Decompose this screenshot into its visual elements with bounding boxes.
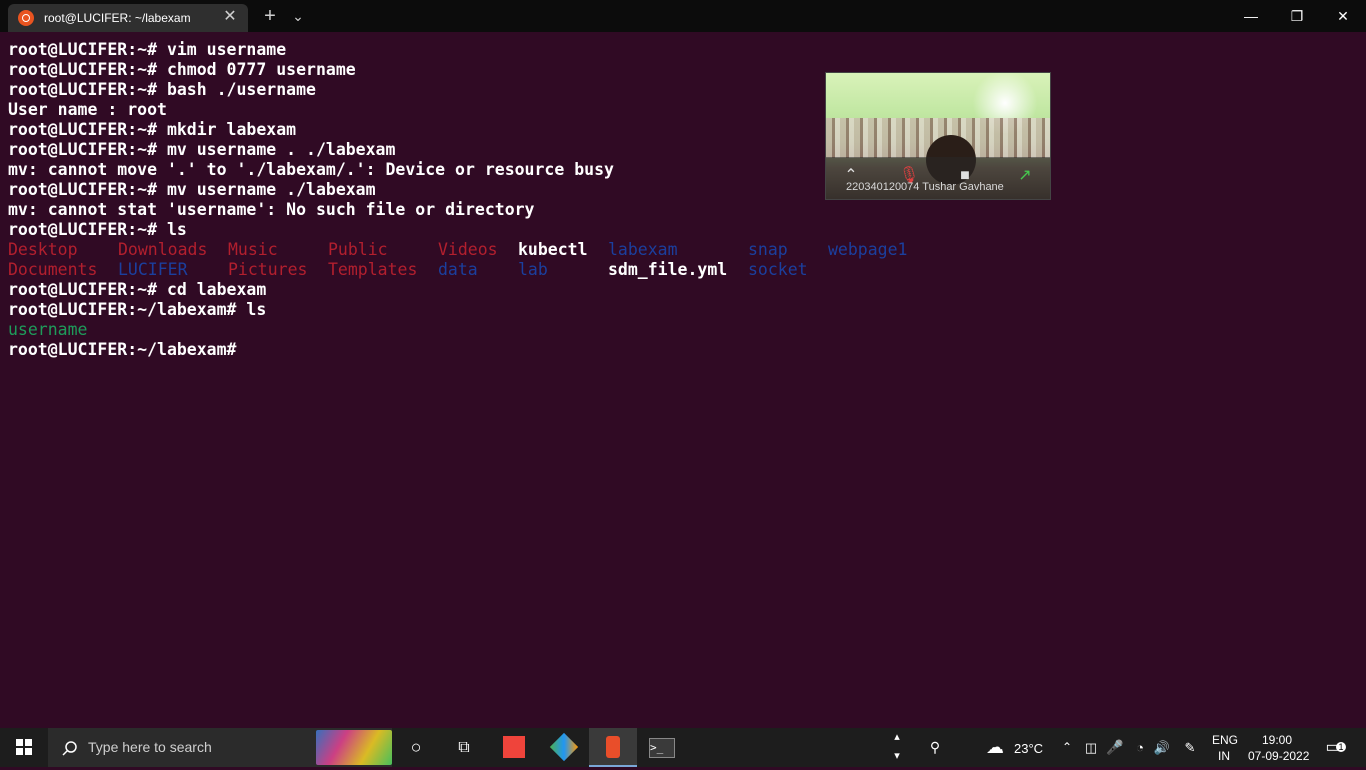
search-box[interactable]: Type here to search xyxy=(48,728,392,767)
ls-entry-dir: Desktop xyxy=(8,240,78,259)
terminal-icon: >_ xyxy=(649,738,675,758)
meet-icon[interactable]: ◫ xyxy=(1082,728,1100,767)
ls-entry-dir: Templates xyxy=(328,260,418,279)
ls-entry-dir: Documents xyxy=(8,260,98,279)
ls-entry-dir: data xyxy=(438,260,478,279)
terminal-line: root@LUCIFER:~# mv username . ./labexam xyxy=(8,140,396,159)
language-code[interactable]: ENG xyxy=(1212,733,1238,747)
ls-entry-dir: Public xyxy=(328,240,388,259)
terminal-line: root@LUCIFER:~/labexam# ls xyxy=(8,300,267,319)
ls-entry-dir: socket xyxy=(748,260,808,279)
terminal-line: root@LUCIFER:~# bash ./username xyxy=(8,80,316,99)
tab-title: root@LUCIFER: ~/labexam xyxy=(44,11,191,25)
app-icon xyxy=(549,732,579,762)
notification-icon[interactable]: ▭ 1 xyxy=(1318,728,1348,767)
anydesk-icon xyxy=(503,736,525,758)
terminal-line: root@LUCIFER:~# chmod 0777 username xyxy=(8,60,356,79)
windows-icon xyxy=(16,739,32,755)
terminal-line: mv: cannot stat 'username': No such file… xyxy=(8,200,535,219)
terminal-prompt[interactable]: root@LUCIFER:~/labexam# xyxy=(8,340,236,360)
task-view-icon[interactable]: ⧉ xyxy=(440,728,488,767)
notification-count: 1 xyxy=(1336,742,1346,752)
terminal-line: root@LUCIFER:~# mv username ./labexam xyxy=(8,180,376,199)
network-icon[interactable]: ◔ xyxy=(1130,728,1150,767)
minimize-button[interactable]: — xyxy=(1228,0,1274,32)
pen-icon[interactable]: ✎ xyxy=(1180,728,1200,767)
taskbar: Type here to search ○ ⧉ >_ ▴ ▾ ⚲ ☁ 23°C ⌃… xyxy=(0,728,1366,767)
weather-temperature[interactable]: 23°C xyxy=(1014,741,1043,756)
terminal-line: User name : root xyxy=(8,100,167,119)
people-icon[interactable]: ⚲ xyxy=(920,728,950,767)
ls-entry-file: username xyxy=(8,320,88,339)
tray-chevron-icon[interactable]: ⌃ xyxy=(1058,728,1076,767)
terminal-app[interactable]: >_ xyxy=(637,728,685,767)
participant-name: 220340120074 Tushar Gavhane xyxy=(846,181,1004,193)
title-bar: root@LUCIFER: ~/labexam ✕ + ⌄ — ❐ ✕ xyxy=(0,0,1366,32)
cortana-icon[interactable]: ○ xyxy=(392,728,440,767)
weather-icon[interactable]: ☁ xyxy=(982,728,1008,767)
start-button[interactable] xyxy=(0,728,48,767)
ls-entry-dir: snap xyxy=(748,240,788,259)
tab-dropdown-button[interactable]: ⌄ xyxy=(288,4,308,28)
terminal-line: root@LUCIFER:~# vim username xyxy=(8,40,287,59)
app-icon xyxy=(606,736,620,758)
terminal-area[interactable]: root@LUCIFER:~# vim username root@LUCIFE… xyxy=(0,32,1366,728)
search-highlight-image xyxy=(316,730,392,765)
ls-entry-file: kubectl xyxy=(518,240,588,259)
ls-entry-dir: labexam xyxy=(608,240,678,259)
terminal-line: root@LUCIFER:~# mkdir labexam xyxy=(8,120,297,139)
language-region[interactable]: IN xyxy=(1218,749,1230,763)
terminal-tab[interactable]: root@LUCIFER: ~/labexam ✕ xyxy=(8,4,248,32)
ls-entry-dir: webpage1 xyxy=(828,240,908,259)
clock-date[interactable]: 07-09-2022 xyxy=(1248,749,1309,763)
maximize-button[interactable]: ❐ xyxy=(1274,0,1320,32)
share-icon[interactable]: ↗ xyxy=(1012,165,1038,187)
ls-entry-dir: lab xyxy=(518,260,548,279)
microphone-icon[interactable]: 🎤 xyxy=(1106,728,1124,767)
new-tab-button[interactable]: + xyxy=(258,4,282,28)
anydesk-app[interactable] xyxy=(490,728,538,767)
search-icon xyxy=(62,741,77,756)
ls-entry-file: sdm_file.yml xyxy=(608,260,728,279)
terminal-line: root@LUCIFER:~# ls xyxy=(8,220,187,239)
search-placeholder: Type here to search xyxy=(88,739,212,755)
ls-entry-dir: Music xyxy=(228,240,278,259)
ls-entry-dir: Videos xyxy=(438,240,498,259)
ubuntu-icon xyxy=(18,10,34,26)
video-call-window[interactable]: ⌃ 🎙 ■ ↗ 220340120074 Tushar Gavhane xyxy=(825,72,1051,200)
zoom-app[interactable] xyxy=(589,728,637,767)
ls-entry-dir: Pictures xyxy=(228,260,308,279)
ls-entry-dir: Downloads xyxy=(118,240,208,259)
clock-time[interactable]: 19:00 xyxy=(1262,733,1292,747)
terminal-line: mv: cannot move '.' to './labexam/.': De… xyxy=(8,160,614,179)
ls-entry-dir: LUCIFER xyxy=(118,260,188,279)
terminal-line: root@LUCIFER:~# cd labexam xyxy=(8,280,267,299)
gitkraken-app[interactable] xyxy=(540,728,588,767)
close-button[interactable]: ✕ xyxy=(1320,0,1366,32)
scroll-arrows-icon[interactable]: ▴ ▾ xyxy=(888,728,906,767)
volume-icon[interactable]: 🔊 xyxy=(1152,728,1172,767)
tab-close-button[interactable]: ✕ xyxy=(220,7,240,27)
